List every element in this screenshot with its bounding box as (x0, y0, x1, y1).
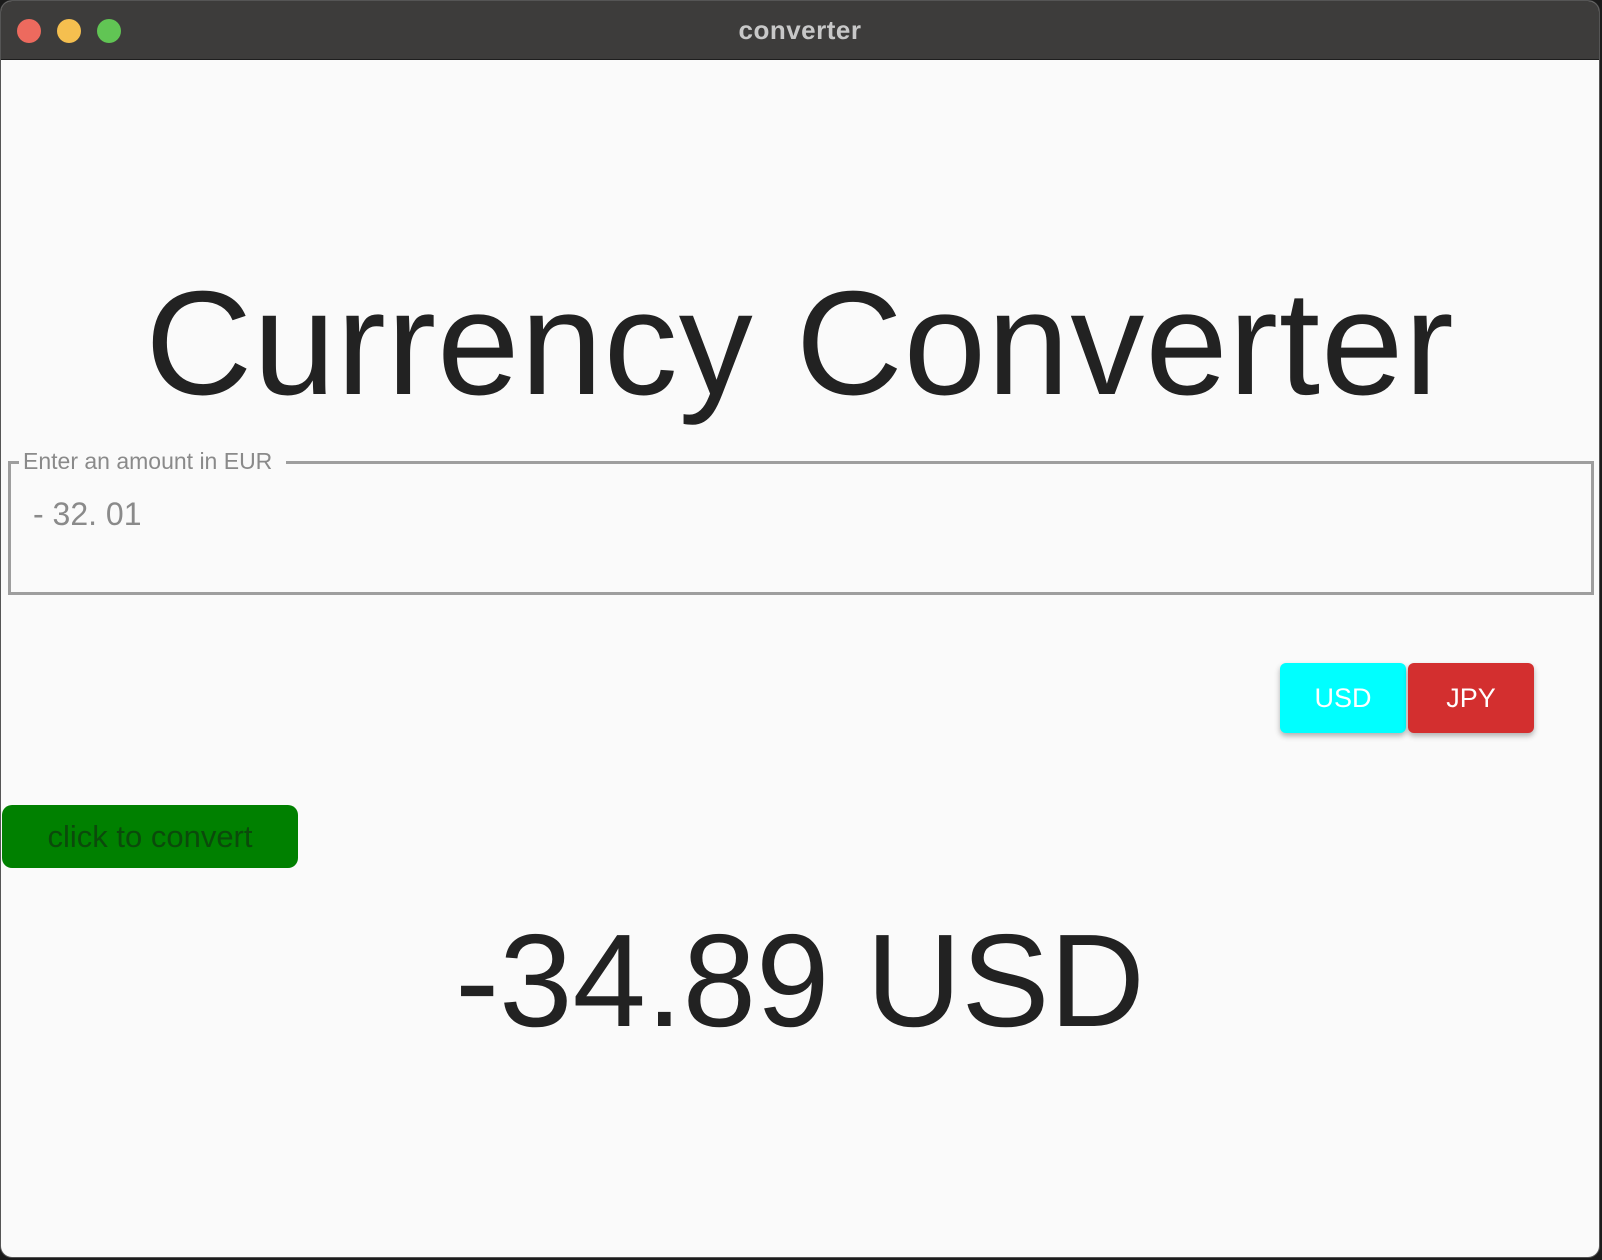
main-content: Currency Converter Enter an amount in EU… (1, 60, 1599, 1257)
window-title: converter (738, 15, 862, 45)
page-title: Currency Converter (145, 261, 1455, 426)
title-bar: converter (1, 1, 1599, 60)
amount-field: Enter an amount in EUR (8, 448, 1594, 595)
amount-input[interactable] (33, 494, 1533, 534)
amount-field-label: Enter an amount in EUR (19, 448, 287, 475)
convert-button[interactable]: click to convert (2, 805, 298, 868)
app-window: converter Currency Converter Enter an am… (0, 0, 1600, 1258)
conversion-result: -34.89 USD (455, 907, 1145, 1054)
usd-button[interactable]: USD (1280, 663, 1406, 733)
jpy-button[interactable]: JPY (1408, 663, 1534, 733)
